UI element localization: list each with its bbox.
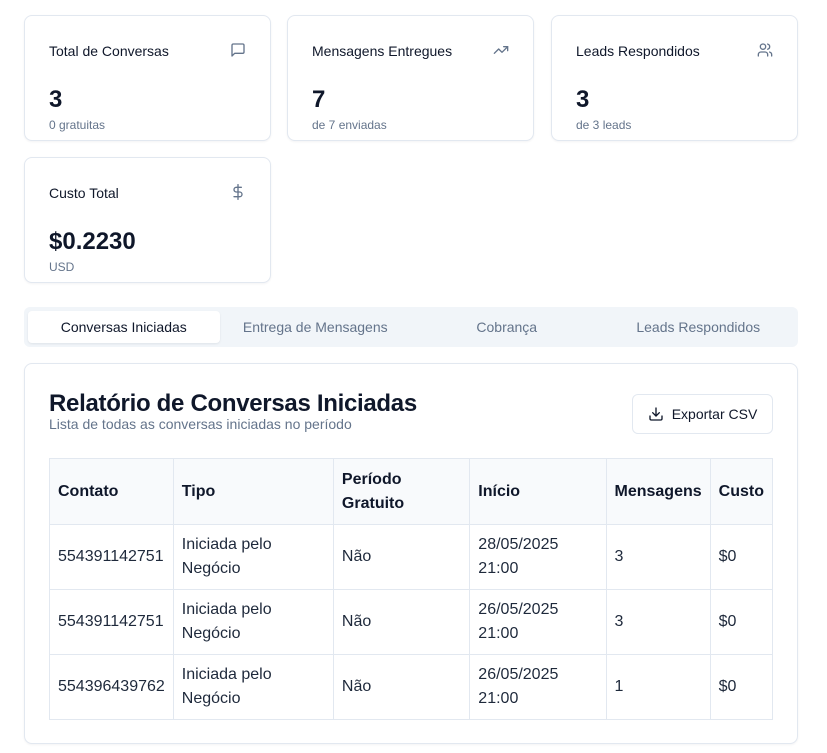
cell-custo: $0 bbox=[709, 654, 774, 720]
stat-card-mensagens-entregues: Mensagens Entregues 7 de 7 enviadas bbox=[287, 15, 534, 141]
stat-title: Custo Total bbox=[49, 185, 119, 201]
tab-leads-respondidos[interactable]: Leads Respondidos bbox=[603, 311, 795, 343]
tab-cobranca[interactable]: Cobrança bbox=[411, 311, 603, 343]
cell-periodo-gratuito: Não bbox=[332, 524, 471, 590]
cell-tipo: Iniciada pelo Negócio bbox=[172, 654, 334, 720]
cell-inicio: 28/05/2025 21:00 bbox=[469, 524, 607, 590]
stat-title: Mensagens Entregues bbox=[312, 43, 453, 59]
column-header-inicio: Início bbox=[469, 458, 607, 525]
stat-value: $0.2230 bbox=[49, 228, 136, 255]
report-subtitle: Lista de todas as conversas iniciadas no… bbox=[49, 416, 352, 432]
cell-custo: $0 bbox=[709, 524, 774, 590]
table-row: 554391142751 Iniciada pelo Negócio Não 2… bbox=[49, 524, 774, 590]
stat-value: 7 bbox=[312, 86, 326, 113]
cell-tipo: Iniciada pelo Negócio bbox=[172, 589, 334, 655]
table-header-row: Contato Tipo Período Gratuito Início Men… bbox=[49, 458, 774, 525]
cell-inicio: 26/05/2025 21:00 bbox=[469, 654, 607, 720]
cell-contato: 554391142751 bbox=[49, 589, 174, 655]
column-header-custo: Custo bbox=[709, 458, 774, 525]
report-card: Relatório de Conversas Iniciadas Lista d… bbox=[24, 363, 798, 744]
report-tabs: Conversas Iniciadas Entrega de Mensagens… bbox=[24, 307, 798, 347]
column-header-periodo-gratuito: Período Gratuito bbox=[332, 458, 471, 525]
cell-contato: 554391142751 bbox=[49, 524, 174, 590]
column-header-mensagens: Mensagens bbox=[605, 458, 711, 525]
tab-entrega-de-mensagens[interactable]: Entrega de Mensagens bbox=[220, 311, 412, 343]
table-row: 554391142751 Iniciada pelo Negócio Não 2… bbox=[49, 589, 774, 655]
tab-conversas-iniciadas[interactable]: Conversas Iniciadas bbox=[28, 311, 220, 343]
export-csv-button[interactable]: Exportar CSV bbox=[632, 394, 773, 434]
cell-contato: 554396439762 bbox=[49, 654, 174, 720]
cell-mensagens: 3 bbox=[605, 524, 711, 590]
column-header-tipo: Tipo bbox=[172, 458, 334, 525]
cell-mensagens: 1 bbox=[605, 654, 711, 720]
export-csv-label: Exportar CSV bbox=[671, 406, 758, 422]
stat-title: Leads Respondidos bbox=[576, 43, 700, 59]
cell-tipo: Iniciada pelo Negócio bbox=[172, 524, 334, 590]
column-header-contato: Contato bbox=[49, 458, 174, 525]
trending-up-icon bbox=[493, 42, 509, 58]
conversations-table: Contato Tipo Período Gratuito Início Men… bbox=[49, 458, 774, 720]
cell-mensagens: 3 bbox=[605, 589, 711, 655]
stat-card-custo-total: Custo Total $0.2230 USD bbox=[24, 157, 271, 283]
stat-title: Total de Conversas bbox=[49, 43, 169, 59]
cell-periodo-gratuito: Não bbox=[332, 589, 471, 655]
cell-periodo-gratuito: Não bbox=[332, 654, 471, 720]
stat-subtitle: de 3 leads bbox=[576, 118, 632, 132]
stat-subtitle: USD bbox=[49, 260, 75, 274]
users-icon bbox=[757, 42, 773, 58]
message-square-icon bbox=[230, 42, 246, 58]
stat-card-leads-respondidos: Leads Respondidos 3 de 3 leads bbox=[551, 15, 798, 141]
table-row: 554396439762 Iniciada pelo Negócio Não 2… bbox=[49, 654, 774, 720]
stat-subtitle: 0 gratuitas bbox=[49, 118, 106, 132]
cell-inicio: 26/05/2025 21:00 bbox=[469, 589, 607, 655]
stat-subtitle: de 7 enviadas bbox=[312, 118, 387, 132]
download-icon bbox=[648, 406, 664, 422]
report-title: Relatório de Conversas Iniciadas bbox=[49, 390, 417, 417]
stat-card-total-conversas: Total de Conversas 3 0 gratuitas bbox=[24, 15, 271, 141]
dollar-sign-icon bbox=[230, 184, 246, 200]
stat-value: 3 bbox=[576, 86, 590, 113]
cell-custo: $0 bbox=[709, 589, 774, 655]
stat-value: 3 bbox=[49, 86, 63, 113]
